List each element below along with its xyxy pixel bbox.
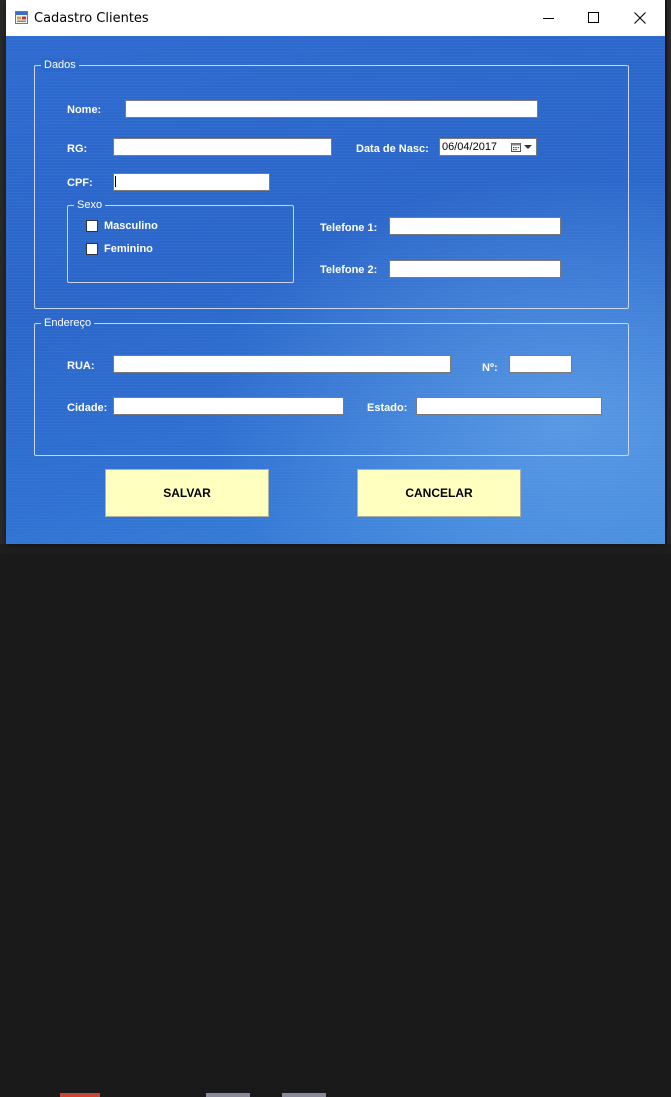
cpf-field[interactable] xyxy=(113,173,270,191)
data-nasc-label: Data de Nasc: xyxy=(356,143,429,155)
maximize-icon xyxy=(588,12,599,23)
desktop-thumbnail xyxy=(282,1093,326,1097)
cidade-label: Cidade: xyxy=(67,402,108,414)
telefone1-field[interactable] xyxy=(389,217,561,235)
close-button[interactable] xyxy=(617,0,663,36)
nome-field[interactable] xyxy=(125,100,538,118)
feminino-label[interactable]: Feminino xyxy=(104,243,153,256)
close-icon xyxy=(634,12,646,24)
telefone1-label: Telefone 1: xyxy=(320,222,378,234)
desktop-app-icon xyxy=(60,1093,100,1097)
endereco-group: Endereço xyxy=(34,316,629,456)
rg-label: RG: xyxy=(67,143,88,155)
desktop-edge-right xyxy=(667,0,671,554)
sexo-group: Sexo xyxy=(67,198,294,283)
sexo-legend: Sexo xyxy=(74,198,106,212)
nome-label: Nome: xyxy=(67,104,102,116)
title-bar[interactable]: Cadastro Clientes xyxy=(6,0,665,36)
cancelar-button[interactable]: CANCELAR xyxy=(357,469,521,517)
calendar-icon xyxy=(511,143,521,152)
cpf-label: CPF: xyxy=(67,177,93,189)
salvar-button[interactable]: SALVAR xyxy=(105,469,269,517)
numero-label: Nº: xyxy=(482,362,498,374)
data-nasc-value: 06/04/2017 xyxy=(442,141,498,153)
rg-field[interactable] xyxy=(113,138,332,156)
minimize-button[interactable] xyxy=(525,0,571,36)
desktop-bottom-strip xyxy=(0,544,671,1097)
cpf-field-wrap xyxy=(113,173,270,191)
cidade-field[interactable] xyxy=(113,397,344,415)
desktop-thumbnail xyxy=(206,1093,250,1097)
form-app-icon xyxy=(15,11,28,24)
feminino-checkbox[interactable] xyxy=(86,243,98,255)
minimize-icon xyxy=(543,18,554,19)
dados-legend: Dados xyxy=(41,58,79,72)
endereco-legend: Endereço xyxy=(41,316,95,330)
numero-field[interactable] xyxy=(509,355,572,373)
text-cursor xyxy=(115,176,116,187)
maximize-button[interactable] xyxy=(571,0,617,36)
masculino-checkbox[interactable] xyxy=(86,220,98,232)
telefone2-label: Telefone 2: xyxy=(320,264,378,276)
chevron-down-icon[interactable] xyxy=(524,145,532,149)
telefone2-field[interactable] xyxy=(389,260,561,278)
masculino-label[interactable]: Masculino xyxy=(104,220,158,233)
data-nasc-picker[interactable]: 06/04/2017 xyxy=(439,138,537,156)
rua-field[interactable] xyxy=(113,355,451,373)
rua-label: RUA: xyxy=(67,360,95,372)
estado-label: Estado: xyxy=(367,402,408,414)
window-title: Cadastro Clientes xyxy=(34,11,149,26)
cadastro-clientes-window: Cadastro Clientes Dados Nome: RG: Data d… xyxy=(6,0,665,544)
estado-field[interactable] xyxy=(416,397,602,415)
form-client-area: Dados Nome: RG: Data de Nasc: 06/04/2017… xyxy=(6,36,665,544)
